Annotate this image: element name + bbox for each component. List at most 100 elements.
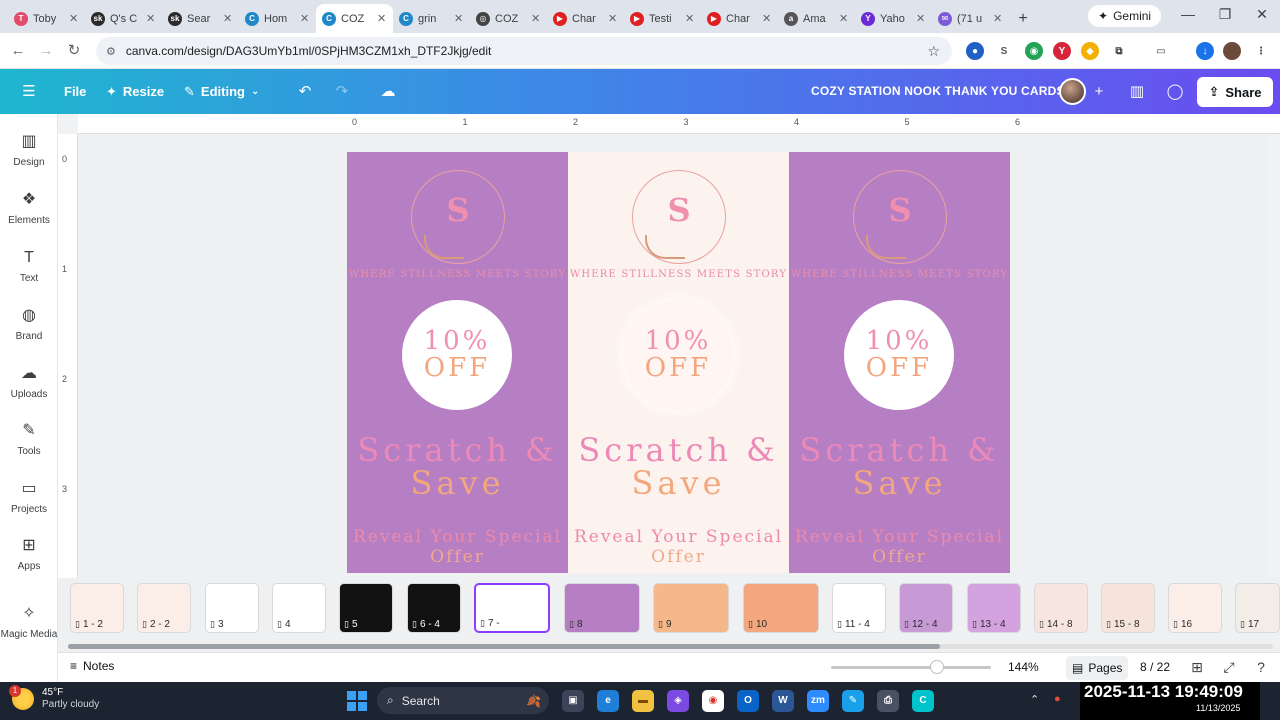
tray-chevron-icon[interactable]: ⌃ [1030, 693, 1039, 706]
extensions-puzzle-icon[interactable]: ⧉ [1110, 42, 1128, 60]
copilot-icon[interactable]: ◈ [667, 690, 689, 712]
tab-close-icon[interactable]: ✕ [146, 12, 156, 25]
taskbar-search[interactable]: ⌕ Search 🍂 [377, 687, 549, 714]
extension-icon[interactable]: ● [966, 42, 984, 60]
comment-icon[interactable]: ◯ [1164, 81, 1186, 103]
brand-logo[interactable]: S [411, 170, 505, 264]
browser-tab[interactable]: ▶ Testi ✕ [624, 4, 701, 33]
pages-scrollbar[interactable] [68, 644, 1273, 649]
card-tagline[interactable]: WHERE STILLNESS MEETS STORY [347, 269, 568, 280]
browser-tab[interactable]: ▶ Char ✕ [547, 4, 624, 33]
download-icon[interactable]: ↓ [1196, 42, 1214, 60]
help-icon[interactable]: ? [1252, 658, 1270, 676]
card-tagline[interactable]: WHERE STILLNESS MEETS STORY [789, 269, 1010, 280]
browser-tab[interactable]: C COZ ✕ [316, 4, 393, 33]
printer-icon[interactable]: ⎙ [877, 690, 899, 712]
brand-logo[interactable]: S [853, 170, 947, 264]
card-headline[interactable]: Scratch & Save [568, 434, 789, 500]
browser-menu-icon[interactable]: ⋮ [1252, 42, 1270, 60]
tab-close-icon[interactable]: ✕ [300, 12, 310, 25]
zoom-level[interactable]: 144% [1008, 660, 1039, 674]
reload-icon[interactable]: ↻ [64, 41, 84, 61]
url-omnibox[interactable]: ⚙ canva.com/design/DAG3UmYb1ml/0SPjHM3CZ… [96, 37, 952, 65]
zoom-slider-track[interactable] [831, 666, 991, 669]
tray-app-icon[interactable]: ● [1054, 693, 1061, 705]
tab-close-icon[interactable]: ✕ [762, 12, 772, 25]
tab-close-icon[interactable]: ✕ [839, 12, 849, 25]
design-card[interactable]: S WHERE STILLNESS MEETS STORY 10% OFF Scratc… [789, 152, 1010, 573]
discount-circle[interactable]: 10% OFF [623, 300, 733, 410]
avatar[interactable] [1059, 78, 1086, 105]
card-headline[interactable]: Scratch & Save [789, 434, 1010, 500]
tab-close-icon[interactable]: ✕ [608, 12, 618, 25]
taskbar-clock[interactable]: 2025-11-13 19:49:09 11/13/2025 [1080, 682, 1260, 720]
design-card[interactable]: S WHERE STILLNESS MEETS STORY 10% OFF Scratc… [568, 152, 789, 573]
insights-chart-icon[interactable]: ▥ [1126, 81, 1148, 103]
brand-logo[interactable]: S [632, 170, 726, 264]
close-window-icon[interactable]: ✕ [1252, 6, 1272, 23]
page-thumbnail[interactable]: ▯ 17 [1235, 583, 1280, 633]
card-tagline[interactable]: WHERE STILLNESS MEETS STORY [568, 269, 789, 280]
bookmark-star-icon[interactable]: ☆ [927, 43, 940, 60]
chrome-icon[interactable]: ◉ [702, 690, 724, 712]
edge-icon[interactable]: e [597, 690, 619, 712]
add-collaborator-icon[interactable]: + [1088, 81, 1110, 103]
cast-icon[interactable]: ▭ [1152, 42, 1170, 60]
document-title[interactable]: COZY STATION NOOK THANK YOU CARDS [811, 69, 1065, 114]
tab-close-icon[interactable]: ✕ [223, 12, 233, 25]
tab-close-icon[interactable]: ✕ [685, 12, 695, 25]
redo-icon[interactable]: ↷ [331, 81, 353, 103]
site-info-icon[interactable]: ⚙ [106, 45, 116, 58]
page-thumbnail[interactable]: ▯ 3 [205, 583, 259, 633]
extension-icon[interactable]: S [995, 42, 1013, 60]
card-reveal-text[interactable]: Reveal Your Special Offer [347, 527, 568, 567]
zoom-app-icon[interactable]: zm [807, 690, 829, 712]
browser-tab[interactable]: C Hom ✕ [239, 4, 316, 33]
tab-close-icon[interactable]: ✕ [993, 12, 1003, 25]
design-card[interactable]: S WHERE STILLNESS MEETS STORY 10% OFF Scratc… [347, 152, 568, 573]
file-explorer-icon[interactable]: ▬ [632, 690, 654, 712]
browser-tab[interactable]: Cgrin ✕ [393, 4, 470, 33]
profile-avatar[interactable] [1223, 42, 1241, 60]
canva-app-icon[interactable]: C [912, 690, 934, 712]
sidebar-item-text[interactable]: T Text [0, 248, 58, 298]
hamburger-icon[interactable]: ☰ [18, 81, 40, 103]
sidebar-item-apps[interactable]: ⊞ Apps [0, 536, 58, 586]
resize-button[interactable]: ✦ Resize [106, 69, 164, 114]
weather-widget[interactable]: 1 45°F Partly cloudy [9, 685, 99, 711]
tab-close-icon[interactable]: ✕ [916, 12, 926, 25]
browser-tab[interactable]: T Toby ✕ [8, 4, 85, 33]
page-thumbnail[interactable]: ▯ 5 [339, 583, 393, 633]
file-menu-button[interactable]: File [64, 69, 86, 114]
windows-start-icon[interactable] [347, 691, 367, 711]
restore-icon[interactable]: ❐ [1215, 6, 1235, 23]
new-tab-button[interactable]: + [1009, 4, 1037, 33]
browser-tab[interactable]: ✉ (71 u ✕ [932, 4, 1009, 33]
extension-icon[interactable]: ◆ [1081, 42, 1099, 60]
page-thumbnail[interactable]: ▯ 7 - [474, 583, 550, 633]
page-thumbnail[interactable]: ▯ 9 [653, 583, 729, 633]
page-thumbnail[interactable]: ▯ 14 - 8 [1034, 583, 1088, 633]
sidebar-item-tools[interactable]: ✎ Tools [0, 421, 58, 471]
sidebar-item-magic-media[interactable]: ✧ Magic Media [0, 604, 58, 654]
browser-tab[interactable]: sk Q's C ✕ [85, 4, 162, 33]
page-thumbnail[interactable]: ▯ 13 - 4 [967, 583, 1021, 633]
undo-icon[interactable]: ↶ [294, 81, 316, 103]
browser-tab[interactable]: ▶ Char ✕ [701, 4, 778, 33]
page-thumbnail[interactable]: ▯ 11 - 4 [832, 583, 886, 633]
page-thumbnail[interactable]: ▯ 15 - 8 [1101, 583, 1155, 633]
page-thumbnail[interactable]: ▯ 12 - 4 [899, 583, 953, 633]
browser-tab[interactable]: a Ama ✕ [778, 4, 855, 33]
browser-tab[interactable]: Y Yaho ✕ [855, 4, 932, 33]
extension-icon[interactable]: Y [1053, 42, 1071, 60]
card-reveal-text[interactable]: Reveal Your Special Offer [568, 527, 789, 567]
page-thumbnail[interactable]: ▯ 10 [743, 583, 819, 633]
task-view-icon[interactable]: ▣ [562, 690, 584, 712]
cloud-save-icon[interactable]: ☁ [377, 81, 399, 103]
discount-circle[interactable]: 10% OFF [844, 300, 954, 410]
word-icon[interactable]: W [772, 690, 794, 712]
forward-icon[interactable]: → [36, 41, 56, 61]
discount-circle[interactable]: 10% OFF [402, 300, 512, 410]
notes-button[interactable]: ≡ Notes [70, 659, 114, 673]
back-icon[interactable]: ← [8, 41, 28, 61]
